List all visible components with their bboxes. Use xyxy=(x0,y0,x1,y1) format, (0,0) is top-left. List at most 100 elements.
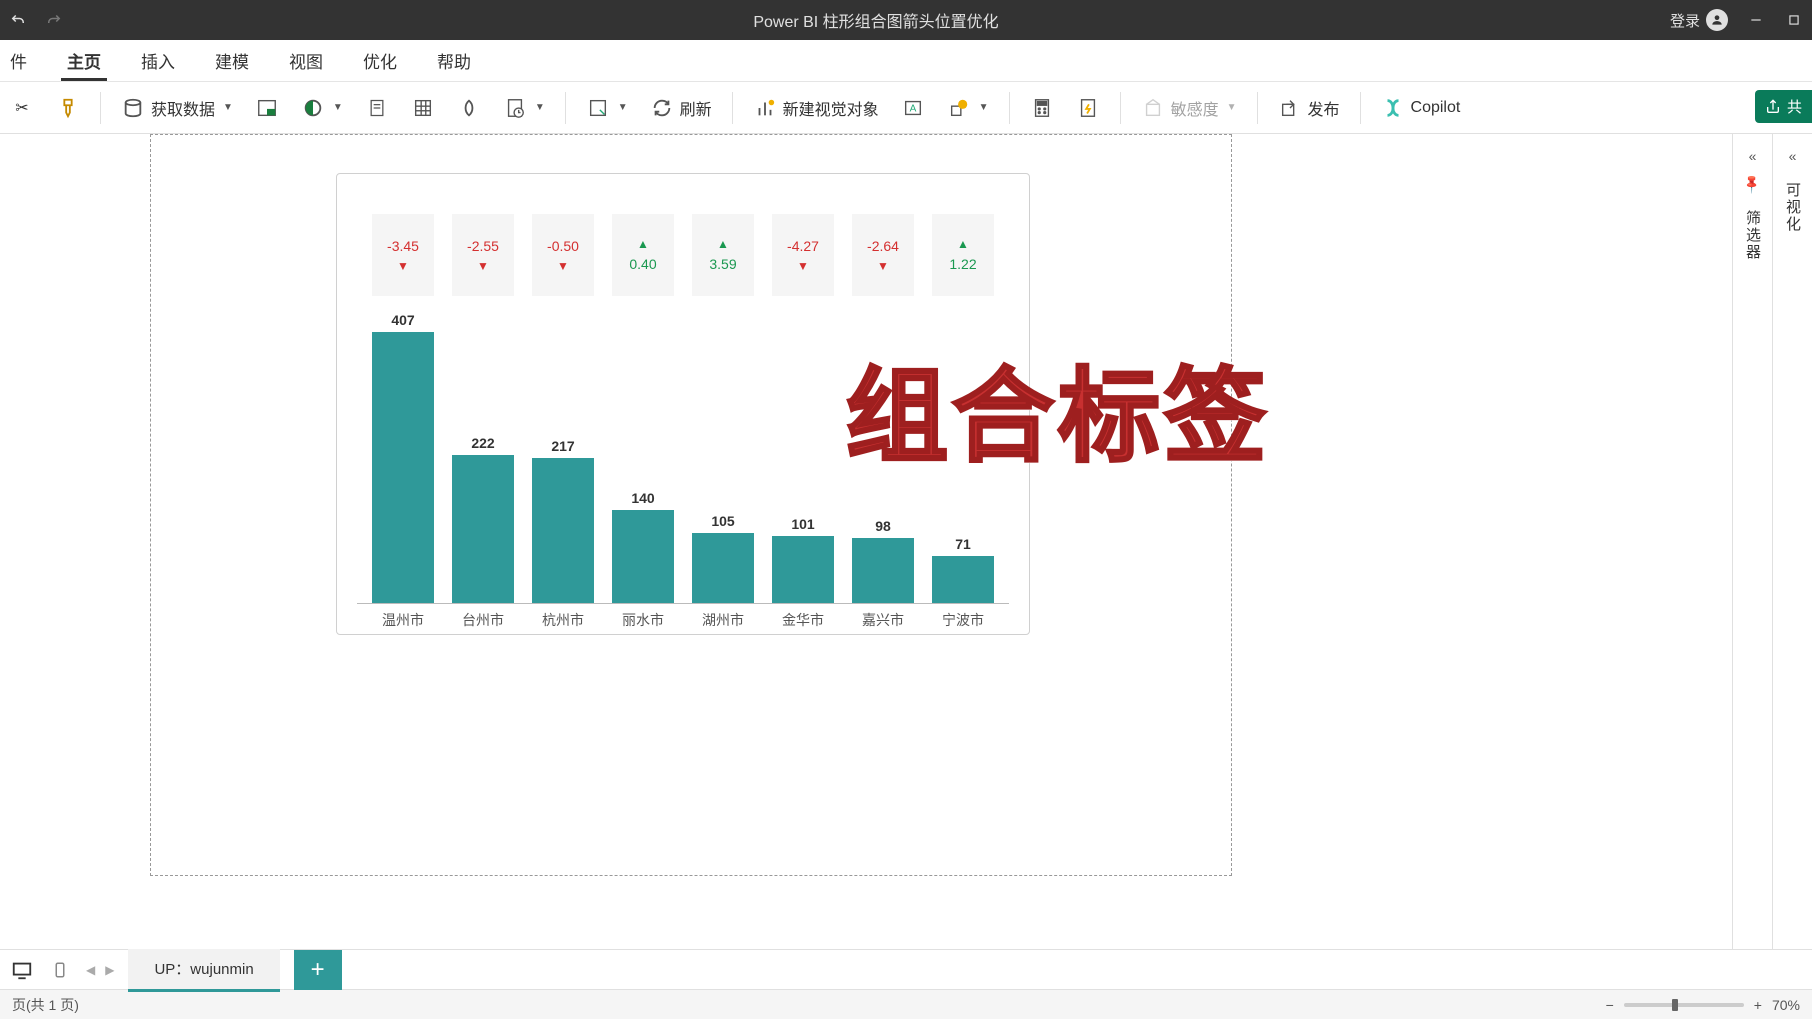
kpi-card: ▲3.59 xyxy=(692,214,754,296)
bar-column: 407 xyxy=(372,312,434,603)
svg-text:A: A xyxy=(909,103,916,114)
cut-button[interactable]: ✂ xyxy=(6,92,38,124)
bar-value-label: 222 xyxy=(471,435,494,451)
next-page-button[interactable]: ▶ xyxy=(105,963,114,977)
category-label: 丽水市 xyxy=(612,610,674,630)
arrow-up-icon: ▲ xyxy=(637,238,649,250)
new-visual-button[interactable]: 新建视觉对象 xyxy=(749,92,883,124)
tab-help[interactable]: 帮助 xyxy=(435,40,473,81)
refresh-button[interactable]: 刷新 xyxy=(646,92,716,124)
page-tab-active[interactable]: UP：wujunmin xyxy=(128,948,279,992)
recent-icon xyxy=(503,96,527,120)
recent-button[interactable]: ▼ xyxy=(499,92,549,124)
text-box-button[interactable]: A xyxy=(897,92,929,124)
quick-measure-icon xyxy=(1076,96,1100,120)
tab-view[interactable]: 视图 xyxy=(287,40,325,81)
bar-value-label: 407 xyxy=(391,312,414,328)
maximize-button[interactable] xyxy=(1784,10,1804,30)
zoom-slider[interactable] xyxy=(1624,1003,1744,1007)
page-count: 页(共 1 页) xyxy=(12,995,79,1015)
arrow-down-icon: ▼ xyxy=(397,260,409,272)
enter-data-button[interactable] xyxy=(407,92,439,124)
avatar-icon xyxy=(1706,9,1728,31)
bar xyxy=(692,533,754,603)
share-button[interactable]: 共 xyxy=(1755,90,1812,123)
sensitivity-label: 敏感度 xyxy=(1171,96,1219,120)
category-axis: 温州市台州市杭州市丽水市湖州市金华市嘉兴市宁波市 xyxy=(337,604,1029,630)
sign-in-label: 登录 xyxy=(1670,10,1700,31)
divider xyxy=(1009,92,1010,124)
bar xyxy=(532,458,594,603)
chart-icon xyxy=(753,96,777,120)
filters-pane[interactable]: « 📌 筛选器 xyxy=(1732,134,1772,949)
minimize-button[interactable] xyxy=(1746,10,1766,30)
excel-button[interactable] xyxy=(251,92,283,124)
add-page-button[interactable]: + xyxy=(294,950,342,990)
pin-icon[interactable]: 📌 xyxy=(1741,173,1764,196)
kpi-value: -3.45 xyxy=(387,238,419,254)
tab-optimize[interactable]: 优化 xyxy=(361,40,399,81)
tab-insert[interactable]: 插入 xyxy=(139,40,177,81)
tab-home[interactable]: 主页 xyxy=(65,40,103,81)
titlebar: Power BI 柱形组合图箭头位置优化 登录 xyxy=(0,0,1812,40)
dataverse-button[interactable] xyxy=(453,92,485,124)
collapse-icon[interactable]: « xyxy=(1789,148,1797,164)
canvas-area: -3.45▼-2.55▼-0.50▼▲0.40▲3.59-4.27▼-2.64▼… xyxy=(0,134,1812,949)
undo-button[interactable] xyxy=(8,10,28,30)
kpi-value: 1.22 xyxy=(949,256,976,272)
chevron-down-icon: ▼ xyxy=(979,102,989,113)
refresh-icon xyxy=(650,96,674,120)
share-label: 共 xyxy=(1787,96,1802,117)
bar-column: 140 xyxy=(612,490,674,603)
chevron-down-icon: ▼ xyxy=(618,102,628,113)
tab-model[interactable]: 建模 xyxy=(213,40,251,81)
kpi-value: -2.55 xyxy=(467,238,499,254)
chevron-down-icon: ▼ xyxy=(223,102,233,113)
ribbon-tabs: 件 主页 插入 建模 视图 优化 帮助 xyxy=(0,40,1812,82)
mobile-view-button[interactable] xyxy=(48,958,72,982)
zoom-level: 70% xyxy=(1772,997,1800,1013)
collapse-icon[interactable]: « xyxy=(1749,148,1757,164)
tab-file[interactable]: 件 xyxy=(8,40,29,81)
textbox-icon: A xyxy=(901,96,925,120)
datahub-button[interactable]: ▼ xyxy=(297,92,347,124)
new-visual-label: 新建视觉对象 xyxy=(783,96,879,120)
datahub-icon xyxy=(301,96,325,120)
copilot-button[interactable]: Copilot xyxy=(1377,92,1465,124)
quick-measure-button[interactable] xyxy=(1072,92,1104,124)
publish-button[interactable]: 发布 xyxy=(1274,92,1344,124)
kpi-value: -2.64 xyxy=(867,238,899,254)
kpi-card: -0.50▼ xyxy=(532,214,594,296)
new-measure-button[interactable] xyxy=(1026,92,1058,124)
chevron-down-icon: ▼ xyxy=(333,102,343,113)
sign-in-button[interactable]: 登录 xyxy=(1670,9,1728,31)
more-visuals-button[interactable]: ▼ xyxy=(943,92,993,124)
zoom-control: − + 70% xyxy=(1606,997,1800,1013)
sensitivity-icon xyxy=(1141,96,1165,120)
share-icon xyxy=(1765,99,1781,115)
prev-page-button[interactable]: ◀ xyxy=(86,963,95,977)
visualizations-pane[interactable]: « 可视化 xyxy=(1772,134,1812,949)
bar xyxy=(932,556,994,603)
desktop-view-button[interactable] xyxy=(10,958,34,982)
transform-button[interactable]: ▼ xyxy=(582,92,632,124)
zoom-in-button[interactable]: + xyxy=(1754,997,1762,1013)
bar xyxy=(852,538,914,603)
zoom-out-button[interactable]: − xyxy=(1606,997,1614,1013)
overlay-annotation: 组合标签 xyxy=(846,335,1270,482)
window-title: Power BI 柱形组合图箭头位置优化 xyxy=(148,8,1604,32)
bar xyxy=(372,332,434,603)
format-painter-button[interactable] xyxy=(52,92,84,124)
get-data-button[interactable]: 获取数据 ▼ xyxy=(117,92,237,124)
redo-button[interactable] xyxy=(44,10,64,30)
arrow-down-icon: ▼ xyxy=(797,260,809,272)
sql-button[interactable] xyxy=(361,92,393,124)
kpi-card: -2.55▼ xyxy=(452,214,514,296)
kpi-card: ▲0.40 xyxy=(612,214,674,296)
bar-column: 217 xyxy=(532,438,594,603)
bar-value-label: 217 xyxy=(551,438,574,454)
bar xyxy=(452,455,514,603)
bar-value-label: 101 xyxy=(791,516,814,532)
category-label: 金华市 xyxy=(772,610,834,630)
report-page[interactable]: -3.45▼-2.55▼-0.50▼▲0.40▲3.59-4.27▼-2.64▼… xyxy=(150,134,1232,876)
